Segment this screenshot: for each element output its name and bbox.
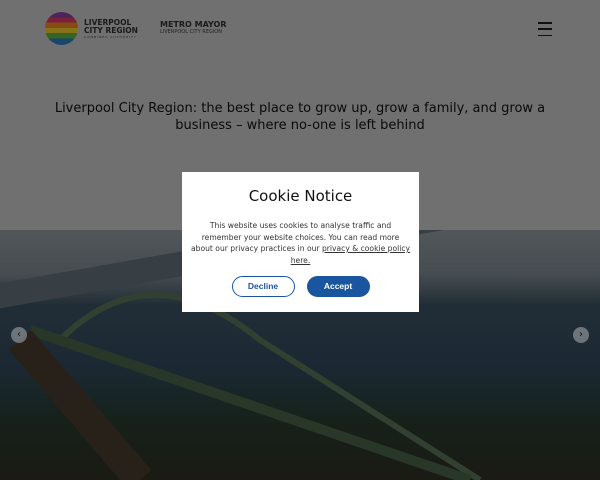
accept-button[interactable]: Accept	[306, 276, 370, 297]
site-header: LIVERPOOL CITY REGION COMBINED AUTHORITY…	[0, 0, 600, 60]
metro-title: METRO MAYOR	[160, 20, 227, 29]
hamburger-icon[interactable]	[538, 22, 552, 36]
cookie-body: This website uses cookies to analyse tra…	[190, 220, 411, 266]
lcr-logo[interactable]: LIVERPOOL CITY REGION COMBINED AUTHORITY	[45, 12, 138, 45]
logo-line2: CITY REGION	[84, 25, 138, 35]
carousel-prev-button[interactable]: ‹	[11, 327, 27, 343]
cookie-notice-dialog: Cookie Notice This website uses cookies …	[182, 172, 419, 312]
cookie-title: Cookie Notice	[248, 187, 353, 205]
carousel-next-button[interactable]: ›	[573, 327, 589, 343]
hero-headline: Liverpool City Region: the best place to…	[54, 101, 546, 133]
metro-mayor-logo[interactable]: METRO MAYOR LIVERPOOL CITY REGION	[160, 20, 226, 35]
logo-sub: COMBINED AUTHORITY	[84, 34, 137, 39]
decline-button[interactable]: Decline	[231, 276, 295, 297]
globe-logo-icon	[45, 12, 78, 45]
metro-sub: LIVERPOOL CITY REGION	[160, 29, 222, 35]
